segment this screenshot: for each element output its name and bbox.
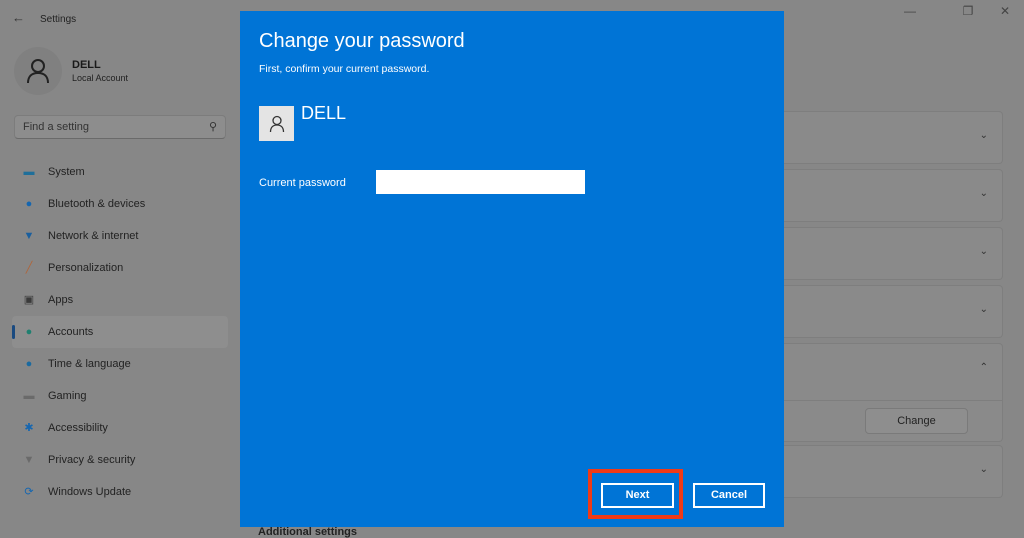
current-password-label: Current password <box>259 177 346 189</box>
sidebar-item-apps[interactable]: ▣ Apps <box>12 284 228 316</box>
shield-icon: ▼ <box>23 454 35 466</box>
restore-button[interactable]: ❐ <box>958 4 978 18</box>
settings-card[interactable]: ⌄ <box>770 111 1003 164</box>
sidebar-item-windows-update[interactable]: ⟳ Windows Update <box>12 476 228 508</box>
sidebar-item-label: Windows Update <box>48 486 132 498</box>
sidebar-item-accessibility[interactable]: ✱ Accessibility <box>12 412 228 444</box>
sidebar-item-label: Bluetooth & devices <box>48 198 146 210</box>
monitor-icon: ▬ <box>23 166 35 178</box>
chevron-down-icon: ⌄ <box>979 188 988 199</box>
cancel-button[interactable]: Cancel <box>693 483 765 508</box>
sidebar-item-label: Network & internet <box>48 230 139 242</box>
brush-icon: ╱ <box>25 262 33 274</box>
settings-card[interactable]: ⌄ <box>770 227 1003 280</box>
dialog-title: Change your password <box>259 30 465 52</box>
close-button[interactable]: ✕ <box>995 4 1015 18</box>
sidebar-item-accounts[interactable]: ● Accounts <box>12 316 228 348</box>
search-placeholder: Find a setting <box>23 121 90 133</box>
update-icon: ⟳ <box>24 486 34 498</box>
sidebar-item-label: Personalization <box>48 262 124 274</box>
person-icon <box>27 59 49 84</box>
change-password-button[interactable]: Change <box>865 408 968 434</box>
additional-settings-heading: Additional settings <box>258 526 357 538</box>
sidebar-item-label: Time & language <box>48 358 131 370</box>
current-password-input[interactable] <box>376 170 585 194</box>
chevron-down-icon: ⌄ <box>979 304 988 315</box>
settings-card[interactable]: ⌄ <box>770 445 1003 498</box>
globe-clock-icon: ● <box>25 358 33 370</box>
apps-icon: ▣ <box>23 294 35 306</box>
person-icon: ● <box>25 326 33 338</box>
settings-card[interactable]: ⌄ <box>770 169 1003 222</box>
sidebar-item-label: Privacy & security <box>48 454 136 466</box>
sidebar-nav: ▬ System ● Bluetooth & devices ▼ Network & in… <box>12 156 228 508</box>
sidebar-item-time-language[interactable]: ● Time & language <box>12 348 228 380</box>
next-button-highlight <box>588 469 683 519</box>
chevron-up-icon: ⌃ <box>979 362 988 373</box>
sidebar-item-personalization[interactable]: ╱ Personalization <box>12 252 228 284</box>
settings-card[interactable]: ⌄ <box>770 285 1003 338</box>
person-icon <box>269 115 284 132</box>
change-password-dialog: Change your password First, confirm your… <box>240 11 784 527</box>
sidebar-item-gaming[interactable]: ▬ Gaming <box>12 380 228 412</box>
sidebar-item-label: Apps <box>48 294 74 306</box>
user-avatar <box>259 106 294 141</box>
dialog-username: DELL <box>301 103 347 123</box>
window-title: Settings <box>40 14 77 25</box>
chevron-down-icon: ⌄ <box>979 246 988 257</box>
chevron-down-icon: ⌄ <box>979 464 988 475</box>
gamepad-icon: ▬ <box>23 390 35 402</box>
dialog-subtitle: First, confirm your current password. <box>259 63 430 75</box>
sidebar-item-network-internet[interactable]: ▼ Network & internet <box>12 220 228 252</box>
account-type: Local Account <box>72 73 129 83</box>
accessibility-icon: ✱ <box>24 422 34 434</box>
minimize-button[interactable]: — <box>900 4 920 18</box>
sidebar-item-privacy-security[interactable]: ▼ Privacy & security <box>12 444 228 476</box>
wifi-icon: ▼ <box>23 230 35 242</box>
sidebar-item-label: Accessibility <box>48 422 108 434</box>
sidebar-item-system[interactable]: ▬ System <box>12 156 228 188</box>
sidebar-item-label: System <box>48 166 85 178</box>
sidebar-item-bluetooth-devices[interactable]: ● Bluetooth & devices <box>12 188 228 220</box>
sidebar-item-label: Accounts <box>48 326 94 338</box>
bluetooth-icon: ● <box>25 198 33 210</box>
search-input[interactable]: Find a setting ⚲ <box>14 115 226 139</box>
user-name: DELL <box>72 59 101 71</box>
chevron-down-icon: ⌄ <box>979 130 988 141</box>
sidebar-item-label: Gaming <box>48 390 87 402</box>
avatar[interactable] <box>14 47 62 95</box>
search-icon: ⚲ <box>208 121 217 133</box>
back-arrow-icon[interactable]: ← <box>12 10 25 25</box>
